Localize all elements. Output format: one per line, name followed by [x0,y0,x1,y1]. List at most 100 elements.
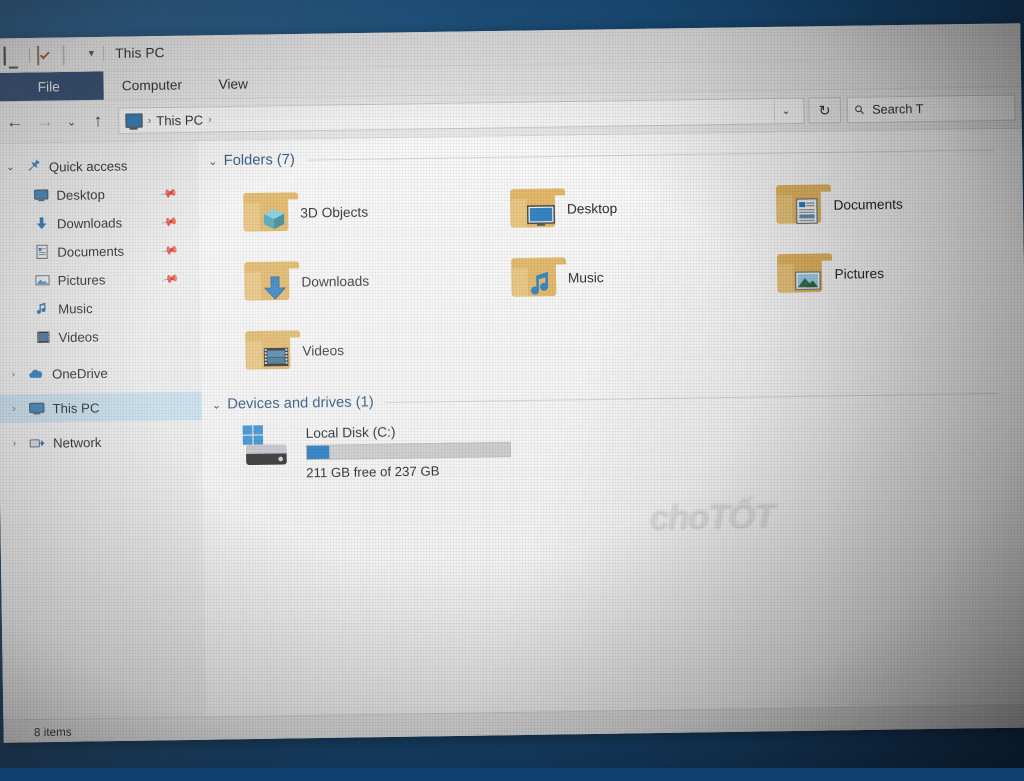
folder-music-icon [510,257,566,298]
breadcrumb[interactable]: › This PC › ⌄ [118,97,805,135]
drive-item-local-disk-c[interactable]: Local Disk (C:) 211 GB free of 237 GB [202,407,1024,482]
new-folder-icon[interactable] [62,44,81,65]
sidebar-item-label: This PC [52,399,100,416]
this-pc-icon [125,113,143,128]
folder-item-documents[interactable]: Documents [746,167,1014,240]
search-input[interactable]: ⚲ Search T [846,94,1016,124]
sidebar-item-this-pc[interactable]: › This PC [0,391,202,424]
network-icon [29,434,47,452]
watermark: choTỐT [649,495,775,537]
group-title: Folders (7) [223,151,295,170]
group-rule [385,392,998,403]
chevron-down-icon[interactable]: ⌄ [3,161,17,172]
pictures-icon [33,272,51,290]
window-body: ⌄ Quick access Desktop 📌 Downloads 📌 Doc… [0,128,1024,720]
music-icon [34,300,52,318]
tab-file[interactable]: File [0,71,104,102]
folder-3d-objects-icon [243,192,299,233]
properties-icon[interactable] [36,45,56,65]
sidebar-item-label: Pictures [57,271,106,288]
sidebar-item-videos[interactable]: Videos [0,321,201,352]
sidebar-item-onedrive[interactable]: › OneDrive [0,357,201,388]
forward-button[interactable]: → [31,108,60,137]
pin-icon[interactable]: 📌 [160,184,179,203]
breadcrumb-separator-end[interactable]: › [208,114,212,125]
folder-item-label: Pictures [834,265,885,282]
breadcrumb-separator: › [147,114,152,126]
drive-usage-bar [305,441,512,461]
sidebar-item-label: Music [58,300,93,317]
folder-item-desktop[interactable]: Desktop [479,171,747,244]
sidebar-item-label: OneDrive [51,365,108,382]
drive-usage-fill [306,445,330,460]
folder-item-label: Music [567,269,604,286]
file-explorer-window: ▼ This PC File Computer View ← → ⌄ ↑ › T… [0,23,1024,743]
chevron-right-icon[interactable]: › [7,437,21,449]
sidebar-item-label: Documents [57,243,125,260]
sidebar-item-label: Quick access [48,157,128,175]
chevron-down-icon[interactable]: ⌄ [212,398,222,411]
folder-item-label: 3D Objects [300,203,369,221]
tab-computer[interactable]: Computer [103,70,200,100]
local-disk-windows-icon [241,424,294,469]
chevron-down-icon[interactable]: ⌄ [773,99,798,123]
drive-name: Local Disk (C:) [305,424,396,441]
sidebar-item-label: Videos [58,328,99,345]
window-title: This PC [115,45,165,61]
breadcrumb-item-this-pc[interactable]: This PC [156,112,203,128]
this-pc-icon[interactable] [3,45,23,66]
desktop-icon [32,186,50,204]
sidebar-item-music[interactable]: Music [0,292,200,323]
folder-item-label: Documents [833,195,903,213]
folder-item-music[interactable]: Music [480,240,748,313]
refresh-button[interactable]: ↻ [808,96,842,124]
sidebar-item-documents[interactable]: Documents 📌 [0,235,200,266]
onedrive-cloud-icon [28,365,46,383]
sidebar-item-label: Desktop [56,186,105,203]
folder-item-pictures[interactable]: Pictures [747,236,1015,309]
documents-icon [33,243,51,261]
folder-documents-icon [776,184,832,225]
folder-desktop-icon [509,188,565,229]
folders-grid: 3D Objects Desktop Documents Downloads M… [198,163,1024,386]
status-text: 8 items [33,726,72,739]
downloads-icon [32,215,50,233]
star-pin-icon [24,158,42,176]
title-divider [102,45,105,62]
folder-item-3d-objects[interactable]: 3D Objects [213,175,481,248]
sidebar-item-desktop[interactable]: Desktop 📌 [0,179,199,210]
tab-view[interactable]: View [200,69,266,98]
search-placeholder: Search T [872,101,924,117]
chevron-right-icon[interactable]: › [6,368,20,380]
navigation-pane: ⌄ Quick access Desktop 📌 Downloads 📌 Doc… [0,140,207,720]
chevron-right-icon[interactable]: › [7,403,21,414]
group-title: Devices and drives (1) [227,394,374,413]
this-pc-icon [28,400,46,418]
back-button[interactable]: ← [0,108,29,137]
pin-icon[interactable]: 📌 [160,212,179,231]
videos-icon [34,328,52,346]
sidebar-item-label: Downloads [56,214,123,231]
toolbar-separator [28,47,31,62]
recent-locations-button[interactable]: ⌄ [61,107,82,136]
drive-free-space: 211 GB free of 237 GB [306,463,440,481]
pin-icon[interactable]: 📌 [161,269,180,288]
sidebar-item-quick-access[interactable]: ⌄ Quick access [0,150,198,181]
search-icon: ⚲ [851,101,868,118]
customize-dropdown-icon[interactable]: ▼ [87,48,96,58]
folder-item-label: Downloads [301,272,370,290]
sidebar-item-downloads[interactable]: Downloads 📌 [0,207,199,238]
folder-item-videos[interactable]: Videos [215,313,483,386]
chevron-down-icon[interactable]: ⌄ [208,154,218,167]
pin-icon[interactable]: 📌 [161,241,180,259]
folder-item-label: Desktop [566,200,618,217]
up-button[interactable]: ↑ [84,107,113,136]
group-rule [306,148,994,161]
drive-info: Local Disk (C:) 211 GB free of 237 GB [305,421,512,481]
content-pane: ⌄ Folders (7) 3D Objects Desktop Documen… [197,128,1024,717]
sidebar-item-network[interactable]: › Network [0,426,202,457]
folder-item-downloads[interactable]: Downloads [214,244,482,317]
sidebar-item-pictures[interactable]: Pictures 📌 [0,264,200,295]
folder-pictures-icon [777,253,833,294]
folder-videos-icon [245,330,301,371]
